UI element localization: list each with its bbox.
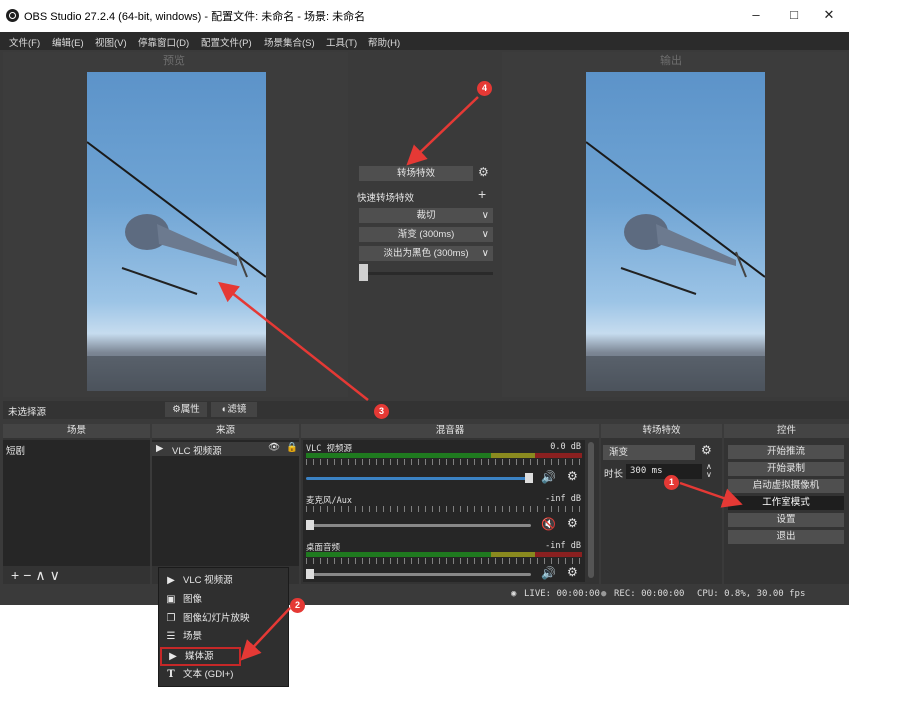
- annotation-badge-3: 3: [374, 404, 389, 419]
- annotation-badge-1: 1: [664, 475, 679, 490]
- arrow-3: [218, 281, 369, 401]
- arrow-1: [679, 481, 743, 508]
- annotation-badge-2: 2: [290, 598, 305, 613]
- annotation-badge-4: 4: [477, 81, 492, 96]
- annotation-arrows: [218, 96, 743, 661]
- arrow-2: [240, 607, 291, 661]
- arrow-4: [406, 96, 479, 166]
